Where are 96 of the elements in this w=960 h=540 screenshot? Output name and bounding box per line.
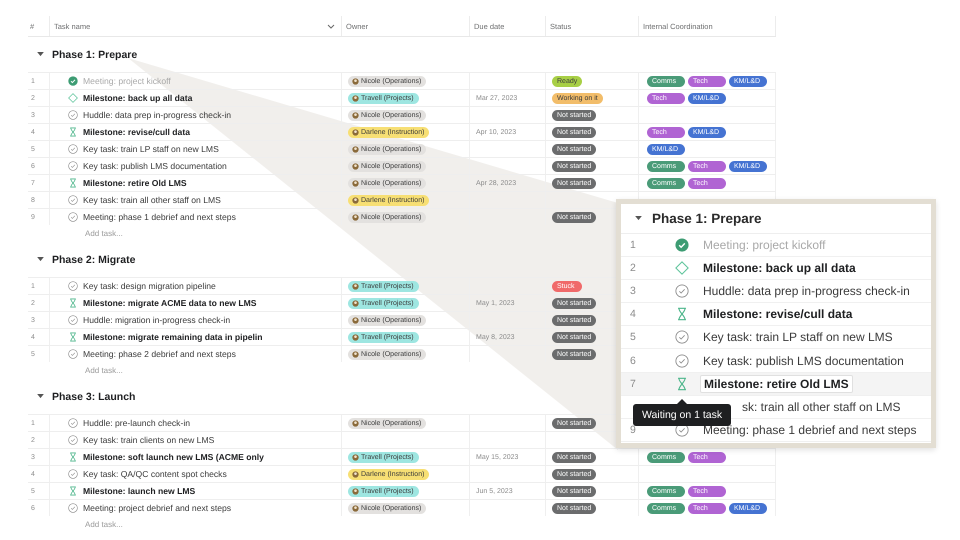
hourglass-icon[interactable] [68,332,78,342]
task-name[interactable]: Key task: train clients on new LMS [83,435,214,445]
hourglass-icon[interactable] [68,486,78,496]
hourglass-icon[interactable] [675,376,689,391]
caret-icon[interactable] [37,257,44,262]
task-name[interactable]: Milestone: soft launch new LMS (ACME only [83,452,264,462]
avatar-icon [352,162,359,170]
task-name[interactable]: Milestone: launch new LMS [83,486,196,496]
check-circle-icon[interactable] [68,110,78,120]
check-circle-icon[interactable] [68,144,78,154]
section-title[interactable]: Phase 1: Prepare [652,211,762,226]
avatar-icon [352,214,359,220]
check-circle-icon[interactable] [68,503,78,513]
task-row[interactable]: 5 Key task: train LP staff on new LMS [621,326,931,350]
row-number: 2 [630,262,636,274]
check-circle-icon[interactable] [68,435,78,445]
task-name[interactable]: Key task: train all other staff on LMS [83,195,221,205]
task-row[interactable]: 7 Milestone: retire Old LMS [621,372,931,396]
task-name[interactable]: Key task: train LP staff on new LMS [83,144,219,154]
check-circle-icon[interactable] [68,469,78,479]
task-name[interactable]: Key task: QA/QC content spot checks [83,469,227,479]
task-name[interactable]: Key task: train LP staff on new LMS [700,329,896,346]
task-name[interactable]: Meeting: project debrief and next steps [83,503,232,513]
caret-icon[interactable] [37,52,44,57]
row-number: 4 [630,308,636,320]
check-circle-icon[interactable] [68,349,78,359]
check-circle-icon[interactable] [68,281,78,291]
avatar-icon [352,488,359,494]
section-title[interactable]: Phase 2: Migrate [52,254,136,266]
row-number: 1 [630,239,636,252]
task-name[interactable]: Milestone: back up all data [700,260,859,276]
task-name[interactable]: Huddle: pre-launch check-in [83,418,190,428]
check-circle-icon[interactable] [675,354,689,368]
avatar-icon [352,78,359,84]
task-name[interactable]: sk: train all other staff on LMS [739,398,904,415]
avatar-icon [352,196,359,204]
task-name[interactable]: Milestone: migrate remaining data in pipelin [83,332,263,342]
check-circle-icon[interactable] [68,212,78,222]
check-circle-icon[interactable] [68,161,78,171]
task-name[interactable]: Key task: design migration pipeline [83,281,216,291]
avatar-icon [352,146,359,152]
check-circle-icon[interactable] [68,315,78,325]
hourglass-icon[interactable] [68,127,78,137]
chevron-down-icon[interactable] [327,24,335,28]
avatar-icon [352,180,359,186]
row-number: 5 [630,331,636,344]
avatar-icon [352,316,359,324]
avatar-icon [352,454,359,460]
task-name[interactable]: Key task: publish LMS documentation [83,161,227,171]
task-name[interactable]: Milestone: retire Old LMS [700,374,853,393]
task-name[interactable]: Milestone: revise/cull data [700,306,856,322]
hourglass-icon[interactable] [68,298,78,308]
task-name[interactable]: Milestone: migrate ACME data to new LMS [83,298,256,308]
avatar-icon [352,504,359,512]
section-title[interactable]: Phase 1: Prepare [52,48,138,60]
task-name[interactable]: Huddle: data prep in-progress check-in [700,283,913,300]
diamond-icon[interactable] [675,261,689,276]
task-name[interactable]: Milestone: retire Old LMS [83,178,187,188]
task-name[interactable]: Huddle: data prep in-progress check-in [83,110,232,120]
task-name[interactable]: Huddle: migration in-progress check-in [83,315,230,325]
check-circle-icon[interactable] [675,330,689,344]
completed-check-icon[interactable] [675,238,689,252]
completed-check-icon[interactable] [68,76,78,86]
caret-icon[interactable] [635,216,642,221]
task-name[interactable]: Meeting: phase 1 debrief and next steps [83,212,236,222]
tooltip-text: Waiting on 1 task [642,409,722,421]
avatar-icon [352,128,359,136]
hourglass-icon[interactable] [68,178,78,188]
avatar-icon [352,282,359,290]
avatar-icon [352,420,359,426]
avatar-icon [352,94,359,102]
task-name[interactable]: Milestone: back up all data [83,93,192,103]
check-circle-icon[interactable] [675,284,689,298]
row-number: 6 [630,354,636,367]
diamond-icon[interactable] [68,93,78,103]
hourglass-icon[interactable] [68,452,78,462]
avatar-icon [352,350,359,358]
check-circle-icon[interactable] [68,195,78,205]
check-circle-icon[interactable] [68,418,78,428]
row-number: 7 [630,378,636,390]
hourglass-icon[interactable] [675,307,689,322]
task-name[interactable]: Key task: publish LMS documentation [700,352,907,369]
task-row[interactable]: 3 Huddle: data prep in-progress check-in [621,280,931,304]
task-row[interactable]: 2 Milestone: back up all data [621,257,931,280]
section-title[interactable]: Phase 3: Launch [52,390,136,402]
row-number: 9 [630,424,636,436]
task-name[interactable]: Milestone: revise/cull data [83,127,190,137]
task-name[interactable]: Meeting: phase 2 debrief and next steps [83,349,236,359]
avatar-icon [352,112,359,118]
caret-icon[interactable] [37,394,44,399]
avatar-icon [352,470,359,478]
avatar-icon [352,334,359,340]
task-name[interactable]: Meeting: phase 1 debrief and next steps [700,422,920,438]
row-number: 3 [630,285,636,298]
avatar-icon [352,300,359,306]
task-row[interactable]: 4 Milestone: revise/cull data [621,303,931,326]
